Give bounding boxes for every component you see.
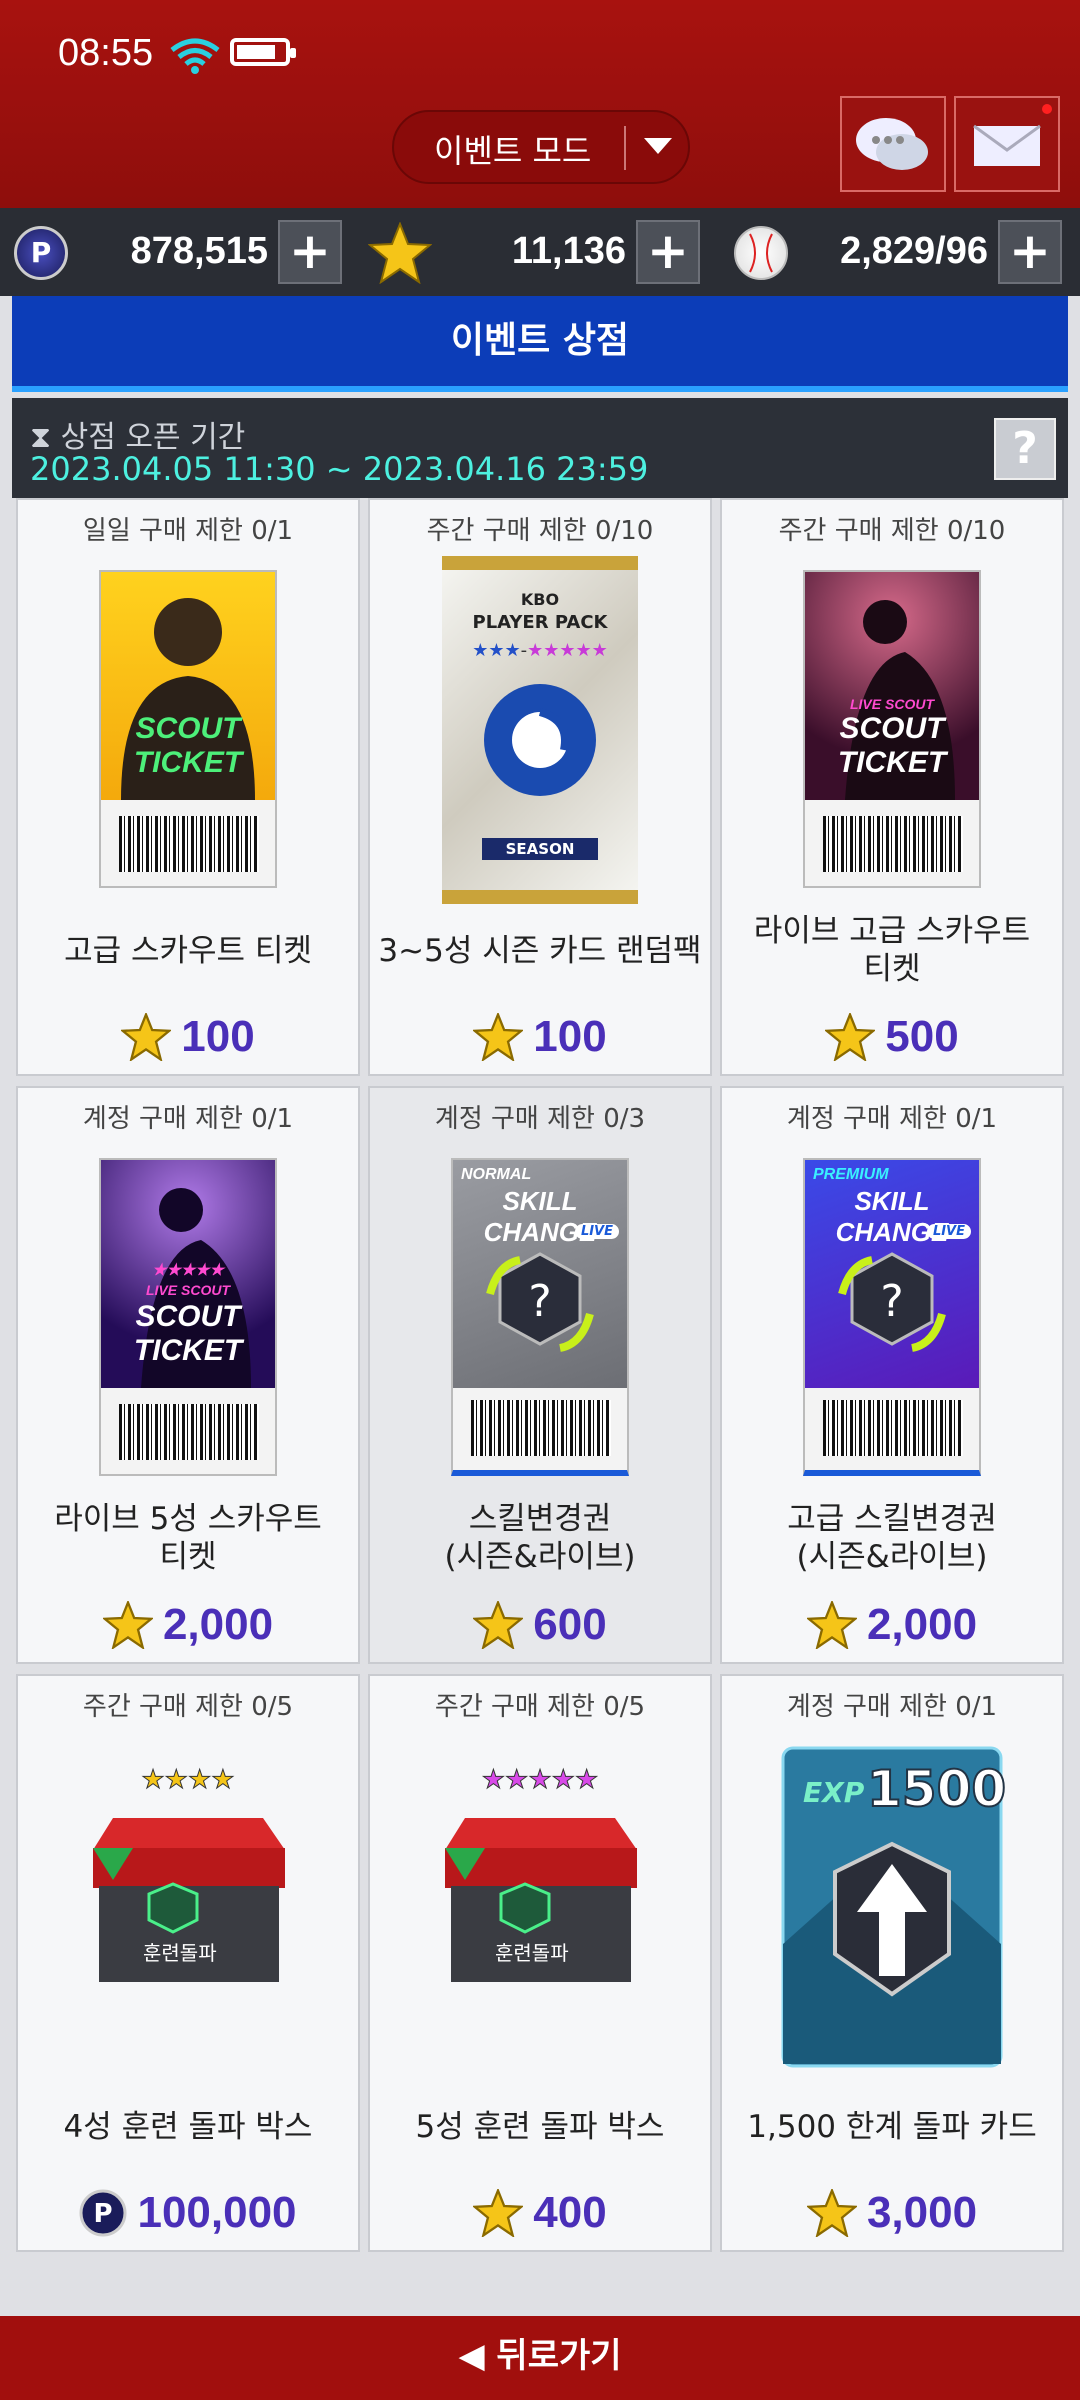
svg-text:EXP: EXP bbox=[803, 1776, 865, 1809]
item-price: P 100,000 bbox=[18, 2188, 358, 2238]
balls-value: 2,829/96 bbox=[840, 230, 988, 272]
item-name: 라이브 고급 스카우트 티켓 bbox=[753, 913, 1031, 987]
shop-item[interactable]: 주간 구매 제한 0/10 KBO PLAYER PACK ★★★-★★★★★ … bbox=[368, 498, 712, 1076]
purchase-limit: 주간 구매 제한 0/5 bbox=[434, 1692, 646, 1722]
chevron-down-icon bbox=[644, 138, 672, 154]
purchase-limit: 주간 구매 제한 0/5 bbox=[82, 1692, 294, 1722]
star-icon bbox=[471, 1011, 525, 1063]
shop-item[interactable]: 주간 구매 제한 0/5 ★★★★ 훈련돌파 4성 훈련 돌파 박스 P 100,… bbox=[16, 1674, 360, 2252]
skill-change-ticket-image: NORMAL SKILL CHANGE LIVE ? bbox=[451, 1158, 629, 1476]
shop-item[interactable]: 계정 구매 제한 0/3 NORMAL SKILL CHANGE LIVE ? … bbox=[368, 1086, 712, 1664]
item-price: 100 bbox=[18, 1011, 358, 1063]
item-name: 라이브 5성 스카우트 티켓 bbox=[54, 1501, 322, 1575]
back-button[interactable]: ◀ 뒤로가기 bbox=[0, 2316, 1080, 2400]
item-name: 고급 스카우트 티켓 bbox=[64, 933, 312, 969]
item-name: 고급 스킬변경권 (시즌&라이브) bbox=[787, 1501, 997, 1575]
purchase-limit: 계정 구매 제한 0/3 bbox=[434, 1104, 646, 1134]
item-name: 4성 훈련 돌파 박스 bbox=[63, 2109, 313, 2145]
help-button[interactable]: ? bbox=[994, 418, 1056, 480]
svg-text:훈련돌파: 훈련돌파 bbox=[143, 1941, 217, 1965]
battery-icon bbox=[230, 38, 296, 66]
purchase-limit: 계정 구매 제한 0/1 bbox=[786, 1692, 998, 1722]
add-points-button[interactable]: + bbox=[278, 220, 342, 284]
baseball-icon bbox=[734, 226, 788, 280]
svg-text:?: ? bbox=[880, 1276, 903, 1327]
point-icon: P bbox=[14, 226, 68, 280]
item-price: 500 bbox=[722, 1011, 1062, 1063]
item-price: 2,000 bbox=[18, 1599, 358, 1651]
shop-item[interactable]: 일일 구매 제한 0/1 SCOUT TICKET 고급 스카우트 티켓 100 bbox=[16, 498, 360, 1076]
shop-period: ⧗ 상점 오픈 기간 2023.04.05 11:30 ~ 2023.04.16… bbox=[12, 398, 1068, 498]
live-scout-ticket-image: LIVE SCOUT SCOUT TICKET bbox=[803, 570, 981, 888]
purchase-limit: 계정 구매 제한 0/1 bbox=[82, 1104, 294, 1134]
svg-text:P: P bbox=[94, 2199, 113, 2229]
purchase-limit: 계정 구매 제한 0/1 bbox=[786, 1104, 998, 1134]
shop-item[interactable]: 주간 구매 제한 0/5 ★★★★★ 훈련돌파 5성 훈련 돌파 박스 400 bbox=[368, 1674, 712, 2252]
shop-title: 이벤트 상점 bbox=[12, 296, 1068, 392]
svg-text:?: ? bbox=[528, 1276, 551, 1327]
item-price: 600 bbox=[370, 1599, 710, 1651]
item-name: 스킬변경권 (시즌&라이브) bbox=[444, 1501, 636, 1575]
chat-button[interactable] bbox=[840, 96, 946, 192]
add-stars-button[interactable]: + bbox=[636, 220, 700, 284]
shop-item[interactable]: 주간 구매 제한 0/10 LIVE SCOUT SCOUT TICKET 라이브… bbox=[720, 498, 1064, 1076]
period-value: 2023.04.05 11:30 ~ 2023.04.16 23:59 bbox=[30, 450, 649, 488]
svg-text:★★★★★: ★★★★★ bbox=[482, 1765, 599, 1795]
purchase-limit: 일일 구매 제한 0/1 bbox=[82, 516, 294, 546]
exp-card-image: EXP 1500 bbox=[779, 1744, 1007, 2074]
training-box-5star-image: ★★★★★ 훈련돌파 bbox=[425, 1760, 655, 2004]
training-box-4star-image: ★★★★ 훈련돌파 bbox=[73, 1760, 303, 2004]
shop-item[interactable]: 계정 구매 제한 0/1 PREMIUM SKILL CHANGE LIVE ?… bbox=[720, 1086, 1064, 1664]
star-icon bbox=[119, 1011, 173, 1063]
item-name: 1,500 한계 돌파 카드 bbox=[747, 2109, 1037, 2145]
scout-ticket-image: SCOUT TICKET bbox=[99, 570, 277, 888]
mail-button[interactable] bbox=[954, 96, 1060, 192]
item-price: 400 bbox=[370, 2187, 710, 2239]
premium-skill-change-ticket-image: PREMIUM SKILL CHANGE LIVE ? bbox=[803, 1158, 981, 1476]
point-icon: P bbox=[79, 2189, 127, 2237]
mode-label: 이벤트 모드 bbox=[434, 132, 592, 170]
item-name: 5성 훈련 돌파 박스 bbox=[415, 2109, 665, 2145]
svg-text:훈련돌파: 훈련돌파 bbox=[495, 1941, 569, 1965]
star-icon bbox=[101, 1599, 155, 1651]
star-icon bbox=[805, 1599, 859, 1651]
stars-value: 11,136 bbox=[511, 230, 626, 272]
add-balls-button[interactable]: + bbox=[998, 220, 1062, 284]
shop-item[interactable]: 계정 구매 제한 0/1 ★★★★★ LIVE SCOUT SCOUT TICKE… bbox=[16, 1086, 360, 1664]
mode-dropdown[interactable]: 이벤트 모드 bbox=[392, 110, 690, 184]
purchase-limit: 주간 구매 제한 0/10 bbox=[426, 516, 654, 546]
item-price: 3,000 bbox=[722, 2187, 1062, 2239]
star-icon bbox=[805, 2187, 859, 2239]
live-5star-scout-ticket-image: ★★★★★ LIVE SCOUT SCOUT TICKET bbox=[99, 1158, 277, 1476]
top-bar: 08:55 이벤트 모드 bbox=[0, 0, 1080, 208]
notification-dot bbox=[1042, 104, 1052, 114]
star-icon bbox=[823, 1011, 877, 1063]
star-icon bbox=[471, 1599, 525, 1651]
star-icon bbox=[368, 222, 432, 284]
star-icon bbox=[471, 2187, 525, 2239]
shop-item[interactable]: 계정 구매 제한 0/1 EXP 1500 1,500 한계 돌파 카드 3,0… bbox=[720, 1674, 1064, 2252]
item-price: 100 bbox=[370, 1011, 710, 1063]
points-value: 878,515 bbox=[130, 230, 268, 272]
status-time: 08:55 bbox=[58, 32, 154, 74]
svg-text:★★★★: ★★★★ bbox=[141, 1765, 234, 1795]
purchase-limit: 주간 구매 제한 0/10 bbox=[778, 516, 1006, 546]
player-pack-image: KBO PLAYER PACK ★★★-★★★★★ SEASON bbox=[442, 556, 638, 904]
currency-bar: P 878,515 + 11,136 + 2,829/96 + bbox=[0, 208, 1080, 296]
item-price: 2,000 bbox=[722, 1599, 1062, 1651]
wifi-icon bbox=[170, 38, 220, 74]
chat-icon bbox=[856, 118, 928, 170]
item-name: 3~5성 시즌 카드 랜덤팩 bbox=[378, 933, 702, 969]
svg-text:1500: 1500 bbox=[867, 1760, 1005, 1818]
